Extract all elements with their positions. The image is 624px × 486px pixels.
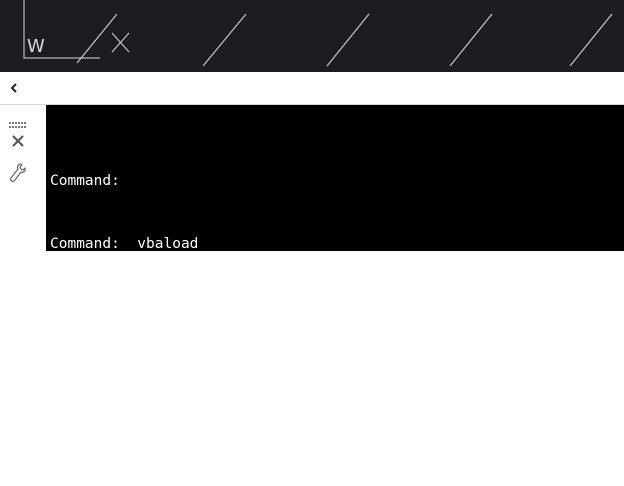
hatch-line-2 — [202, 13, 247, 67]
drawing-canvas[interactable]: W — [0, 0, 624, 72]
history-line: Inicia Selección Num. 1 — [50, 362, 251, 378]
command-input-bar[interactable] — [46, 251, 624, 257]
ucs-icon-label: W — [27, 36, 45, 57]
hatch-line-5 — [569, 13, 613, 67]
command-window-toolbar — [0, 105, 46, 257]
history-line: Command: — [50, 299, 120, 315]
command-window: Command: Command: _vbaload Command: Inic… — [0, 105, 624, 441]
hatch-line-1 — [76, 13, 118, 64]
canvas-drawing: W — [23, 0, 613, 67]
command-history: Command: Command: _vbaload Command: Inic… — [46, 105, 624, 441]
wrench-icon[interactable] — [9, 162, 27, 184]
history-line: Select objects: Specify opposite corner:… — [50, 425, 470, 441]
hatch-line-4 — [449, 13, 493, 67]
grip-handle-icon[interactable] — [9, 113, 27, 128]
hatch-line-3 — [326, 13, 370, 67]
horizontal-scroll-strip — [0, 72, 624, 105]
history-line: Command: — [50, 173, 120, 189]
chevron-left-icon[interactable] — [7, 80, 21, 94]
close-icon[interactable] — [10, 133, 26, 149]
